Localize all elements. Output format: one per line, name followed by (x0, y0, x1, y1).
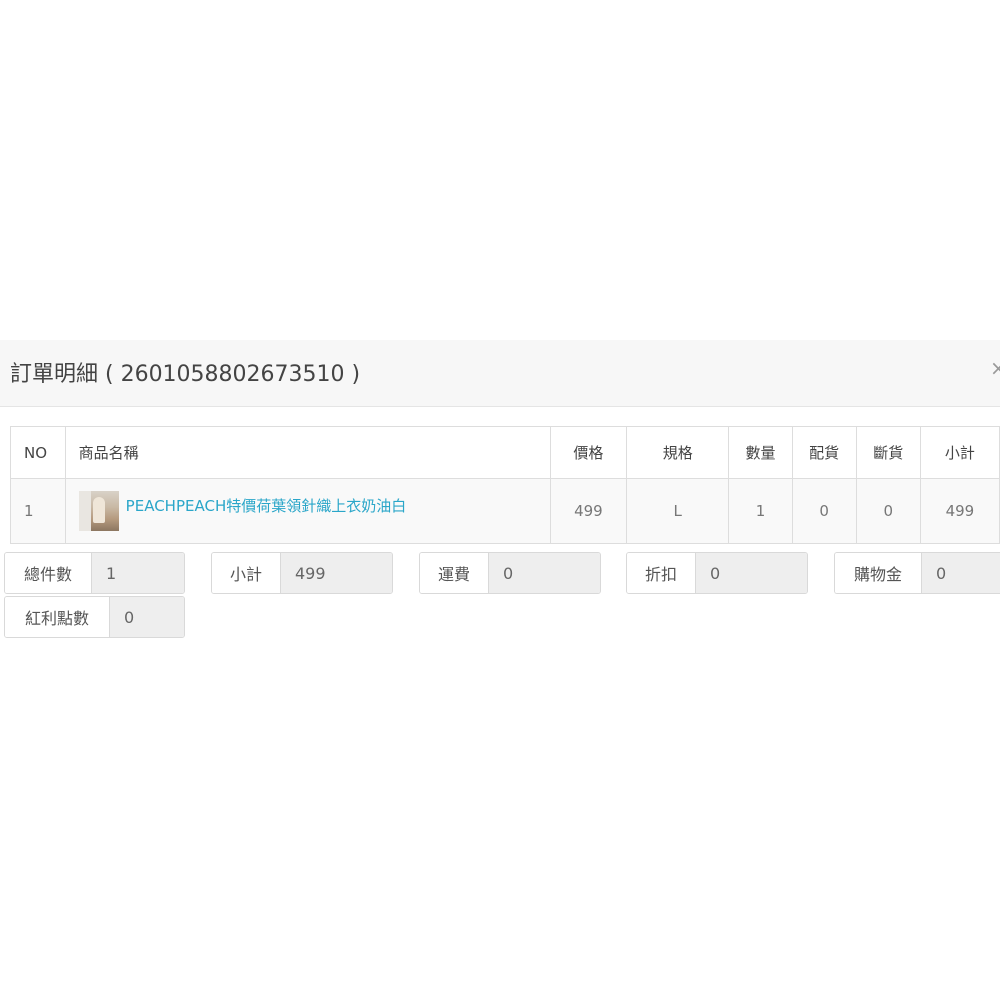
summary-value: 0 (489, 553, 600, 593)
modal-header: 訂單明細 ( 2601058802673510 ) × (0, 340, 1000, 407)
summary-shipping: 運費 0 (419, 552, 601, 594)
header-price: 價格 (549, 426, 628, 479)
product-name-link[interactable]: PEACHPEACH特價荷葉領針織上衣奶油白 (126, 495, 407, 516)
summary-label: 折扣 (627, 553, 696, 593)
summary-value: 0 (922, 553, 1000, 593)
table-header-row: NO 商品名稱 價格 規格 數量 配貨 斷貨 小計 (10, 426, 1000, 479)
header-allocated: 配貨 (791, 426, 857, 479)
summary-value: 1 (92, 553, 184, 593)
header-subtotal: 小計 (919, 426, 1000, 479)
summary-value: 0 (696, 553, 807, 593)
summary-discount: 折扣 0 (626, 552, 808, 594)
cell-price: 499 (549, 478, 628, 544)
header-no: NO (10, 426, 66, 479)
summary-bonus-points: 紅利點數 0 (4, 596, 185, 638)
order-detail-modal: 訂單明細 ( 2601058802673510 ) × NO 商品名稱 價格 規… (0, 340, 1000, 660)
cell-product: PEACHPEACH特價荷葉領針織上衣奶油白 (64, 478, 551, 544)
summary-shopping-credit: 購物金 0 (834, 552, 1000, 594)
order-items-table: NO 商品名稱 價格 規格 數量 配貨 斷貨 小計 1 PEACHPEACH特價… (10, 426, 1000, 544)
header-spec: 規格 (625, 426, 730, 479)
summary-label: 購物金 (835, 553, 922, 593)
header-out-of-stock: 斷貨 (855, 426, 921, 479)
summary-value: 0 (110, 597, 184, 637)
table-row: 1 PEACHPEACH特價荷葉領針織上衣奶油白 499 L 1 0 0 499 (10, 478, 1000, 544)
summary-subtotal: 小計 499 (211, 552, 393, 594)
product-thumbnail[interactable] (78, 491, 119, 531)
cell-out-of-stock: 0 (855, 478, 921, 544)
cell-subtotal: 499 (919, 478, 1000, 544)
header-product-name: 商品名稱 (64, 426, 551, 479)
header-quantity: 數量 (728, 426, 793, 479)
summary-label: 總件數 (5, 553, 92, 593)
modal-title: 訂單明細 ( 2601058802673510 ) (10, 362, 361, 387)
cell-spec: L (625, 478, 730, 544)
cell-no: 1 (10, 478, 66, 544)
summary-label: 運費 (420, 553, 489, 593)
close-icon[interactable]: × (990, 356, 1000, 380)
summary-total-items: 總件數 1 (4, 552, 185, 594)
cell-allocated: 0 (791, 478, 857, 544)
cell-quantity: 1 (728, 478, 793, 544)
summary-label: 小計 (212, 553, 281, 593)
summary-label: 紅利點數 (5, 597, 110, 637)
summary-value: 499 (281, 553, 392, 593)
